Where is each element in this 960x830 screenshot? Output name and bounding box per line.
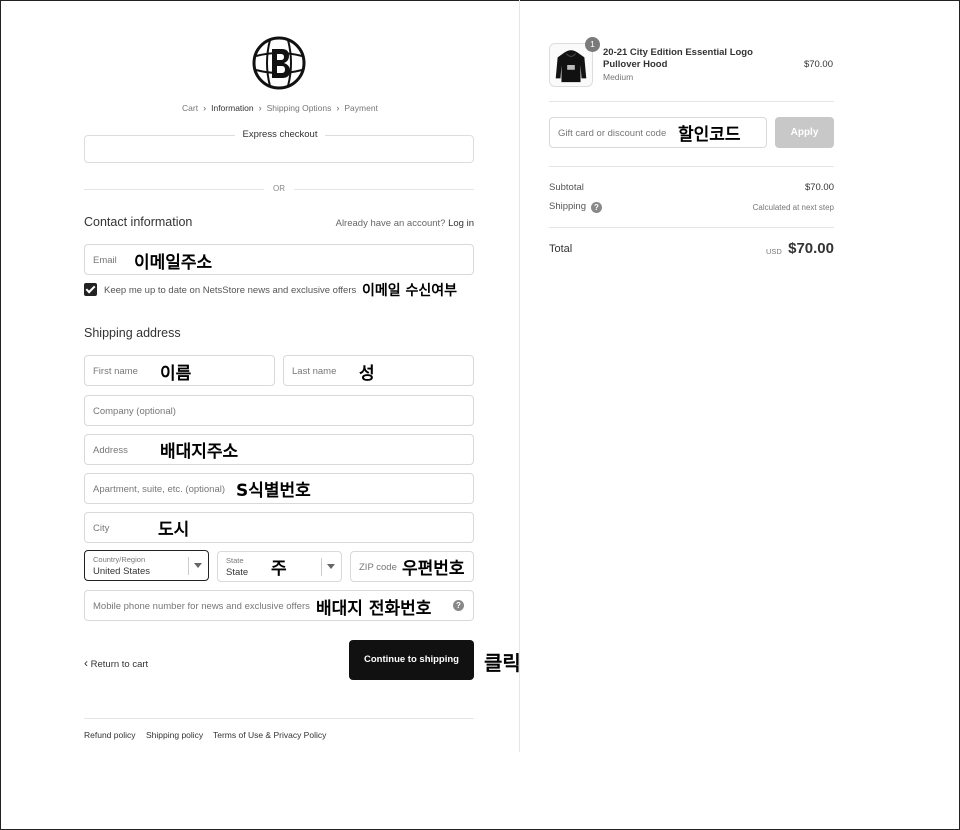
- chevron-right-icon: ›: [203, 103, 207, 113]
- company-field[interactable]: Company (optional): [84, 395, 474, 426]
- terms-link[interactable]: Terms of Use & Privacy Policy: [213, 730, 326, 740]
- currency-code: USD: [766, 247, 782, 256]
- question-circle-icon[interactable]: ?: [591, 202, 602, 213]
- shipping-value: Calculated at next step: [752, 203, 834, 212]
- email-annotation: 이메일주소: [134, 253, 213, 273]
- summary-divider: [549, 227, 834, 228]
- nets-b-logo-icon[interactable]: [252, 36, 306, 90]
- express-checkout-title: Express checkout: [0, 129, 560, 140]
- address-placeholder: Address: [93, 445, 128, 456]
- discount-annotation: 할인코드: [678, 125, 741, 145]
- state-label: State: [226, 556, 244, 565]
- last-name-field[interactable]: Last name: [283, 355, 474, 386]
- subtotal-value: $70.00: [804, 182, 834, 193]
- breadcrumb-cart[interactable]: Cart: [182, 103, 198, 113]
- country-select[interactable]: Country/Region United States: [84, 550, 209, 581]
- phone-annotation: 배대지 전화번호: [316, 599, 432, 619]
- return-to-cart-label: Return to cart: [90, 659, 149, 670]
- newsletter-label: Keep me up to date on NetsStore news and…: [104, 285, 357, 296]
- account-prompt: Already have an account? Log in: [335, 218, 474, 229]
- total-label: Total: [549, 243, 573, 255]
- apply-button[interactable]: Apply: [775, 117, 834, 148]
- subtotal-label: Subtotal: [549, 182, 584, 193]
- newsletter-annotation: 이메일 수신여부: [362, 283, 458, 299]
- breadcrumb-shipping-options: Shipping Options: [266, 103, 332, 113]
- product-variant: Medium: [603, 72, 634, 82]
- continue-annotation: 클릭: [484, 651, 521, 675]
- city-annotation: 도시: [158, 520, 190, 540]
- contact-heading: Contact information: [84, 215, 193, 229]
- state-value: State: [226, 567, 249, 578]
- country-value: United States: [93, 566, 151, 577]
- shipping-policy-link[interactable]: Shipping policy: [146, 730, 203, 740]
- newsletter-checkbox[interactable]: [84, 283, 97, 296]
- country-label: Country/Region: [93, 555, 146, 564]
- address-field[interactable]: Address: [84, 434, 474, 465]
- chevron-right-icon: ›: [336, 103, 340, 113]
- shipping-heading: Shipping address: [84, 326, 181, 340]
- product-price: $70.00: [803, 59, 833, 70]
- apartment-placeholder: Apartment, suite, etc. (optional): [93, 484, 226, 495]
- or-divider: OR: [84, 184, 474, 196]
- breadcrumb: Cart › Information › Shipping Options › Paymen…: [0, 103, 560, 113]
- login-link[interactable]: Log in: [448, 218, 474, 229]
- state-annotation: 주: [271, 559, 287, 579]
- chevron-left-icon: ‹: [84, 656, 88, 670]
- first-name-annotation: 이름: [160, 364, 192, 384]
- summary-divider: [549, 166, 834, 167]
- apartment-annotation: S식별번호: [236, 481, 311, 501]
- last-name-placeholder: Last name: [292, 366, 337, 377]
- last-name-annotation: 성: [359, 364, 375, 384]
- hoodie-icon: [555, 50, 587, 83]
- summary-divider: [549, 101, 834, 102]
- quantity-badge: 1: [585, 37, 600, 52]
- city-placeholder: City: [93, 523, 110, 534]
- continue-to-shipping-button[interactable]: Continue to shipping: [349, 640, 474, 680]
- city-field[interactable]: City: [84, 512, 474, 543]
- phone-placeholder: Mobile phone number for news and exclusi…: [93, 601, 310, 612]
- zip-annotation: 우편번호: [402, 559, 465, 579]
- question-circle-icon[interactable]: ?: [453, 600, 464, 611]
- product-name: 20-21 City Edition Essential Logo Pullov…: [603, 47, 753, 70]
- shipping-label: Shipping: [549, 201, 586, 212]
- chevron-down-icon: [327, 564, 335, 569]
- footer-divider: [84, 718, 474, 719]
- company-placeholder: Company (optional): [93, 406, 176, 417]
- address-annotation: 배대지주소: [160, 442, 239, 462]
- first-name-placeholder: First name: [93, 366, 138, 377]
- total-value: $70.00: [788, 240, 834, 257]
- breadcrumb-information: Information: [211, 103, 254, 113]
- zip-placeholder: ZIP code: [359, 562, 397, 573]
- breadcrumb-payment: Payment: [344, 103, 378, 113]
- email-placeholder: Email: [93, 255, 117, 266]
- return-to-cart-link[interactable]: ‹ Return to cart: [84, 656, 148, 670]
- chevron-down-icon: [194, 563, 202, 568]
- discount-placeholder: Gift card or discount code: [558, 128, 667, 139]
- chevron-right-icon: ›: [258, 103, 262, 113]
- refund-policy-link[interactable]: Refund policy: [84, 730, 136, 740]
